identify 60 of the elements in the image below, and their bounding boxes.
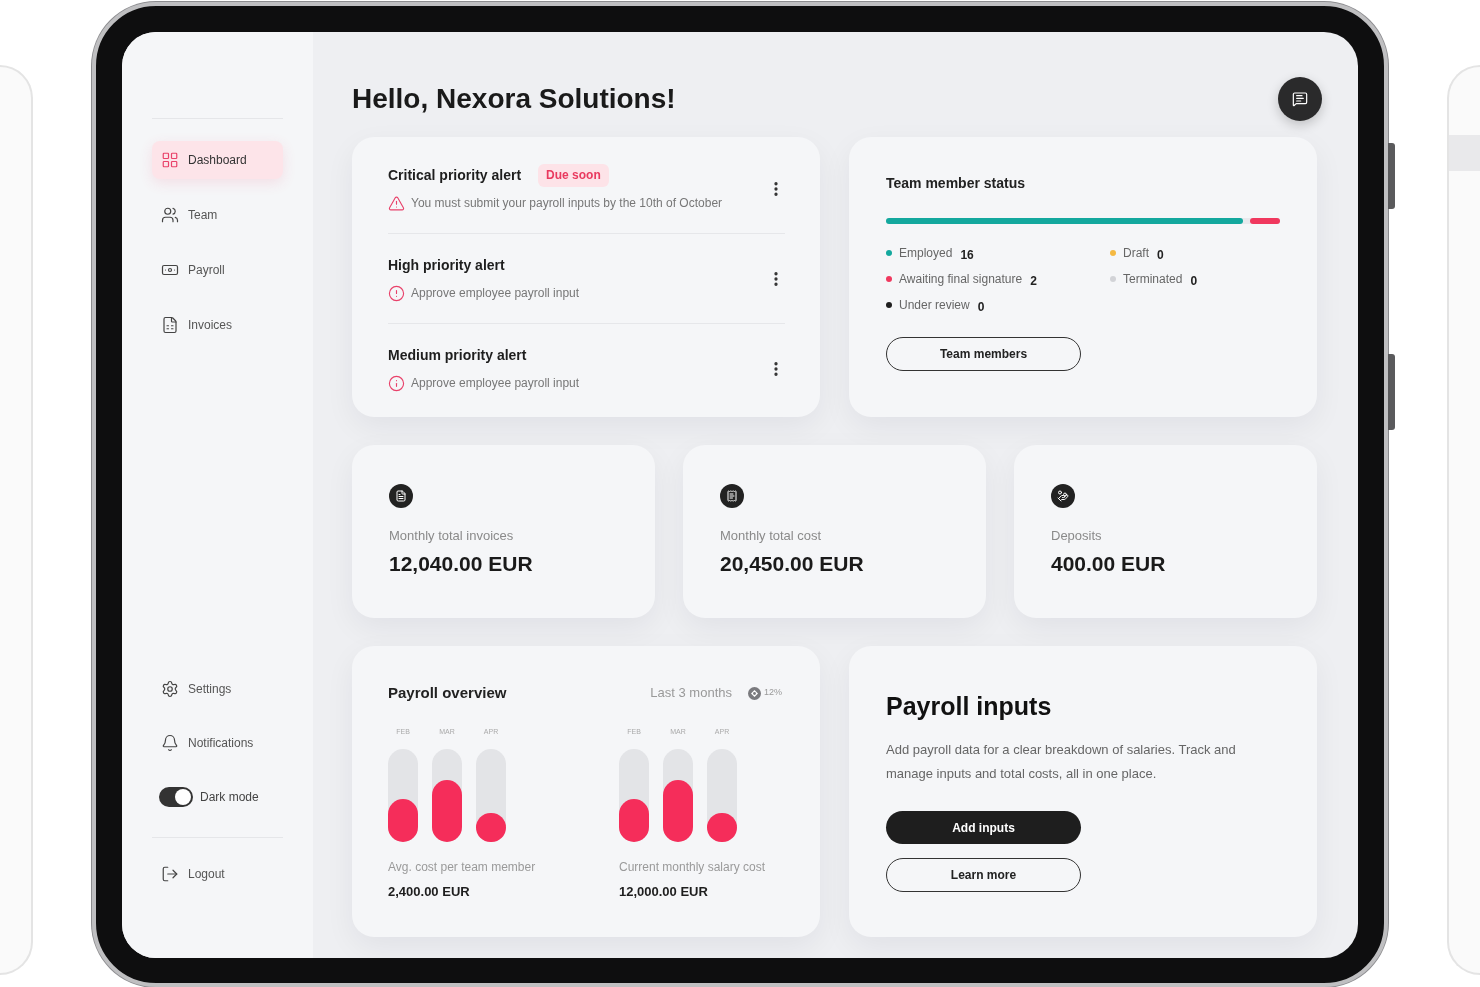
chart-value: 12,000.00 EUR — [619, 883, 709, 901]
status-label: Draft — [1123, 245, 1149, 262]
change-percent: 12% — [764, 686, 782, 700]
period-label: Last 3 months — [650, 684, 732, 703]
exclamation-circle-icon — [388, 284, 405, 302]
settings-icon — [161, 680, 179, 698]
nav-item[interactable]: Notifications — [152, 724, 283, 762]
card-title: Payroll overview — [388, 682, 507, 703]
logout-button[interactable]: Logout — [152, 855, 283, 893]
due-soon-badge: Due soon — [538, 163, 609, 187]
greeting-heading: Hello, Nexora Solutions! — [352, 82, 676, 116]
nav-item[interactable]: Settings — [152, 670, 283, 708]
alert-message: You must submit your payroll inputs by the 10th of October — [411, 195, 723, 212]
receipt-icon — [720, 484, 744, 508]
status-count: 0 — [977, 298, 985, 316]
bell-icon — [161, 734, 179, 752]
add-inputs-button[interactable]: Add inputs — [886, 811, 1081, 844]
document-icon — [389, 484, 413, 508]
status-label: Terminated — [1123, 271, 1183, 288]
grid-icon — [161, 151, 179, 169]
frame-side-notch — [1388, 143, 1395, 209]
status-count: 2 — [1030, 272, 1037, 290]
alert-title: High priority alert — [388, 255, 505, 275]
alert-title: Critical priority alert — [388, 165, 522, 185]
coin-hand-icon — [1051, 484, 1075, 508]
users-icon — [161, 206, 179, 224]
message-icon — [1292, 91, 1308, 107]
nav-item[interactable]: Payroll — [152, 251, 283, 289]
status-count: 0 — [1190, 272, 1198, 290]
logout-icon — [161, 865, 179, 883]
nav-item[interactable]: Team — [152, 196, 283, 234]
stat-label: Monthly total invoices — [389, 527, 515, 545]
card-description: Add payroll data for a clear breakdown of salaries. Track and manage inputs and total costs, all in one place. — [886, 741, 1237, 783]
alert-title: Medium priority alert — [388, 345, 527, 365]
warning-triangle-icon — [388, 194, 405, 212]
card-title: Team member status — [886, 174, 1026, 193]
card-title: Payroll inputs — [886, 691, 1053, 721]
nav-item[interactable]: Invoices — [152, 306, 283, 344]
status-label: Awaiting final signature — [899, 271, 1023, 288]
stat-label: Deposits — [1051, 527, 1103, 545]
chart-caption: Current monthly salary cost — [619, 859, 767, 875]
spreadsheet-document-icon — [161, 316, 179, 334]
stat-value: 400.00 EUR — [1051, 551, 1167, 577]
stat-value: 12,040.00 EUR — [389, 551, 534, 577]
status-label: Under review — [899, 297, 970, 314]
dark-mode-toggle[interactable] — [159, 787, 193, 807]
info-circle-icon — [388, 374, 405, 392]
alert-message: Approve employee payroll input — [411, 375, 580, 392]
status-count: 0 — [1157, 246, 1164, 264]
stat-value: 20,450.00 EUR — [720, 551, 865, 577]
chart-value: 2,400.00 EUR — [388, 883, 471, 901]
nav-item[interactable]: Dashboard — [152, 141, 283, 179]
status-label: Employed — [899, 245, 953, 262]
dark-mode-label: Dark mode — [200, 789, 259, 806]
diamond-badge-icon — [748, 686, 761, 700]
status-count: 16 — [960, 246, 974, 264]
alert-message: Approve employee payroll input — [411, 285, 580, 302]
stat-label: Monthly total cost — [720, 527, 823, 545]
chat-button[interactable] — [1278, 77, 1322, 121]
chart-caption: Avg. cost per team member — [388, 859, 537, 875]
